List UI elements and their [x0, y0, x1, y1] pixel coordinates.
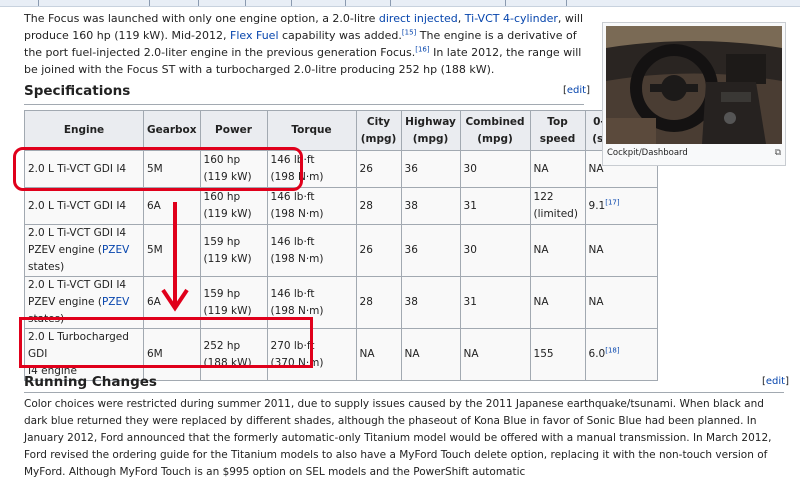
cell-torque: 146 lb·ft (198 N·m): [266, 224, 357, 277]
link-pzev[interactable]: PZEV: [102, 296, 129, 308]
cell-city: 26: [355, 150, 402, 188]
cell-power: 159 hp (119 kW): [199, 224, 268, 277]
cell-top-speed: NA: [529, 150, 586, 188]
cell-combined: 31: [459, 187, 531, 225]
column-header: Gearbox: [143, 110, 201, 151]
section-divider-2: [24, 392, 784, 393]
link-flex-fuel[interactable]: Flex Fuel: [230, 29, 279, 42]
ref-link[interactable]: [17]: [605, 198, 619, 206]
link-ti-vct[interactable]: Ti-VCT 4-cylinder: [465, 12, 558, 25]
cell-highway: NA: [400, 328, 461, 381]
cell-city: 26: [355, 224, 402, 277]
column-header: Torque: [266, 110, 357, 151]
cell-accel: NA: [584, 276, 658, 329]
cell-power: 160 hp (119 kW): [199, 187, 268, 225]
running-changes-edit-link[interactable]: [edit]: [762, 376, 789, 387]
column-header: Combined (mpg): [459, 110, 531, 151]
cell-combined: NA: [459, 328, 531, 381]
cell-top-speed: 122 (limited): [529, 187, 586, 225]
cell-highway: 38: [400, 187, 461, 225]
specifications-edit-link[interactable]: [edit]: [563, 85, 590, 96]
running-changes-paragraph: Color choices were restricted during sum…: [24, 398, 772, 478]
cell-city: NA: [355, 328, 402, 381]
column-header: Power: [199, 110, 268, 151]
window-top-bar: [0, 0, 800, 7]
intro-paragraph: The Focus was launched with only one eng…: [24, 12, 584, 76]
cell-top-speed: NA: [529, 276, 586, 329]
down-arrow-icon: [161, 202, 189, 312]
cell-combined: 31: [459, 276, 531, 329]
highlight-box-turbo-row: [19, 317, 313, 368]
table-header-row: Engine Gearbox Power Torque City (mpg) Highwa…: [24, 110, 658, 151]
table-row: 2.0 L Ti-VCT GDI I4 PZEV engine (PZEV st…: [24, 224, 658, 277]
engine-cell: 2.0 L Ti-VCT GDI I4: [24, 187, 144, 225]
column-header: Highway (mpg): [400, 110, 461, 151]
cell-top-speed: 155: [529, 328, 586, 381]
link-pzev[interactable]: PZEV: [102, 244, 129, 256]
cell-combined: 30: [459, 150, 531, 188]
image-caption: Cockpit/Dashboard: [607, 148, 688, 158]
cell-torque: 146 lb·ft (198 N·m): [266, 187, 357, 225]
cell-highway: 38: [400, 276, 461, 329]
cell-highway: 36: [400, 224, 461, 277]
cell-combined: 30: [459, 224, 531, 277]
ref-link[interactable]: [18]: [605, 347, 619, 355]
highlight-ellipse-first-row: [13, 147, 303, 191]
cell-city: 28: [355, 187, 402, 225]
column-header: City (mpg): [355, 110, 402, 151]
cell-accel: NA: [584, 224, 658, 277]
image-thumbnail-box: Cockpit/Dashboard ⧉: [602, 22, 786, 166]
specifications-heading: Specifications: [24, 83, 131, 99]
cell-highway: 36: [400, 150, 461, 188]
cell-accel: 6.0[18]: [584, 328, 658, 381]
ref-15[interactable]: [15]: [402, 28, 416, 36]
section-divider: [24, 104, 584, 105]
link-direct-injected[interactable]: direct injected: [379, 12, 458, 25]
running-changes-heading: Running Changes: [24, 374, 157, 390]
column-header: Engine: [24, 110, 144, 151]
cell-accel: 9.1[17]: [584, 187, 658, 225]
cell-city: 28: [355, 276, 402, 329]
cockpit-dashboard-image[interactable]: [606, 26, 782, 144]
ref-16[interactable]: [16]: [415, 45, 429, 53]
magnify-icon[interactable]: ⧉: [775, 148, 781, 158]
engine-cell: 2.0 L Ti-VCT GDI I4 PZEV engine (PZEV st…: [24, 224, 144, 277]
table-row: 2.0 L Ti-VCT GDI I4 6A 160 hp (119 kW) 146 …: [24, 187, 658, 225]
cell-top-speed: NA: [529, 224, 586, 277]
column-header: Top speed: [529, 110, 586, 151]
